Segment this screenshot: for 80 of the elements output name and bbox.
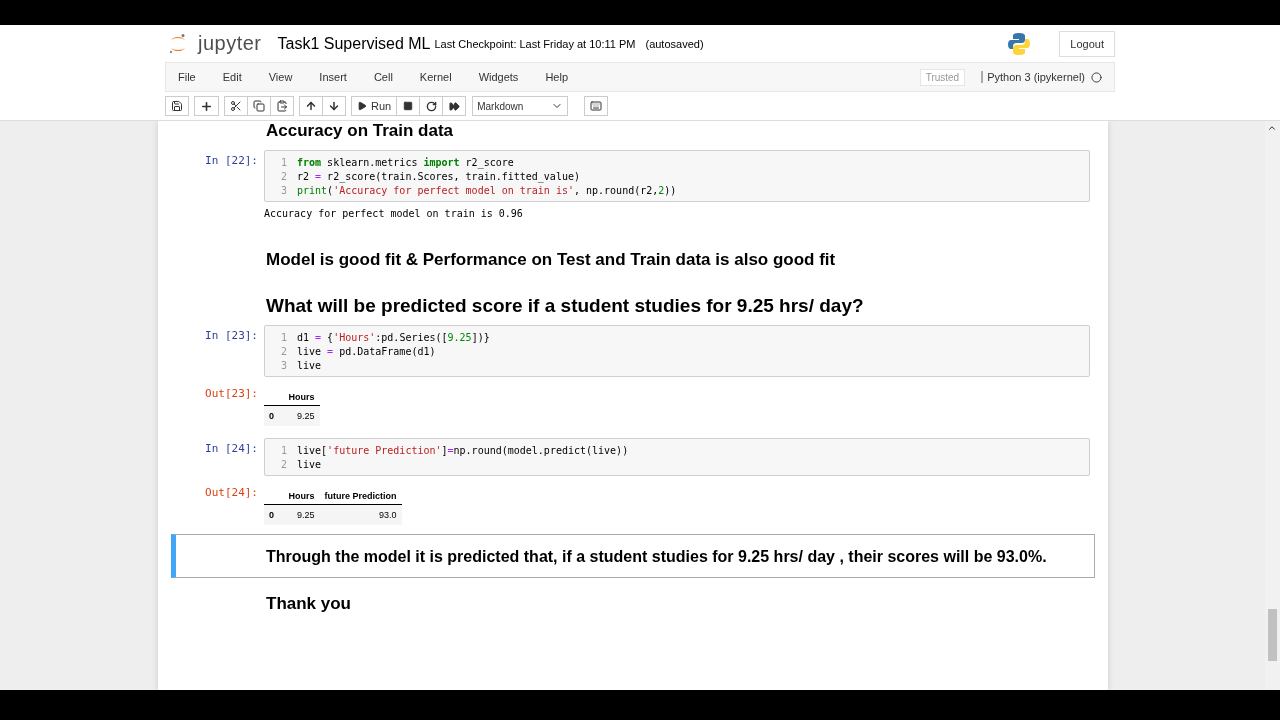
input-prompt: In [23]: <box>204 328 259 344</box>
heading: What will be predicted score if a student studies for 9.25 hrs/ day? <box>265 294 865 318</box>
play-icon <box>357 101 367 111</box>
heading: Model is good fit & Performance on Test and Train data is also good fit <box>265 249 837 271</box>
add-cell-button[interactable] <box>194 96 219 116</box>
line-number: 2 <box>279 345 288 357</box>
run-all-button[interactable] <box>442 96 467 116</box>
plus-icon <box>200 99 213 113</box>
column-header: Hours <box>279 488 320 505</box>
table-cell: 9.25 <box>279 405 320 426</box>
run-button[interactable]: Run <box>351 96 398 116</box>
logo-text: jupyter <box>198 32 262 55</box>
paste-button[interactable] <box>270 96 294 116</box>
restart-button[interactable] <box>419 96 444 116</box>
keyboard-icon <box>590 100 603 112</box>
line-number: 3 <box>279 184 288 196</box>
input-prompt: In [24]: <box>204 441 259 457</box>
code-line: live['future Prediction']=np.round(model.predict(live)) <box>297 444 629 456</box>
clipboard-icon <box>276 100 288 112</box>
menu-item[interactable]: Widgets <box>478 71 519 83</box>
heading: Thank you <box>265 593 352 615</box>
line-number: 1 <box>279 156 288 168</box>
menu-item[interactable]: File <box>178 71 196 83</box>
markdown-text: Through the model it is predicted that, if a student studies for 9.25 hrs/ day , their scores will be 93.0%. <box>266 547 1048 567</box>
heading: Accuracy on Train data <box>265 121 455 142</box>
code-editor[interactable]: 1 live['future Prediction']=np.round(model.predict(live)) 2 live <box>264 438 1090 476</box>
scroll-up-icon[interactable] <box>1267 123 1277 133</box>
menu-item[interactable]: View <box>268 71 293 83</box>
restart-icon <box>425 100 437 112</box>
output-text: Accuracy for perfect model on train is 0.96 <box>264 207 523 219</box>
cut-button[interactable] <box>224 96 248 116</box>
keyboard-button[interactable] <box>584 96 609 116</box>
scissors-icon <box>230 100 242 112</box>
stop-button[interactable] <box>396 96 421 116</box>
copy-icon <box>253 100 265 112</box>
move-up-button[interactable] <box>299 96 323 116</box>
menu-item[interactable]: Cell <box>373 71 393 83</box>
logo-icon <box>168 32 188 55</box>
arrow-down-icon <box>328 100 340 112</box>
code-line: live <box>297 458 322 470</box>
input-prompt: In [22]: <box>204 153 259 169</box>
column-header: future Prediction <box>319 488 402 505</box>
kernel-name[interactable]: Python 3 (ipykernel) <box>981 71 1085 83</box>
row-index: 0 <box>264 504 279 525</box>
code-line: r2 = r2_score(train.Scores, train.fitted_value) <box>297 170 580 182</box>
code-line: d1 = {'Hours':pd.Series([9.25])} <box>297 331 490 343</box>
line-number: 3 <box>279 359 288 371</box>
menu-item[interactable]: Help <box>545 71 568 83</box>
scrollbar-thumb[interactable] <box>1268 609 1277 661</box>
notebook-title[interactable]: Task1 Supervised ML <box>277 34 431 53</box>
code-line: print('Accuracy for perfect model on train is', np.round(r2,2)) <box>297 184 677 196</box>
python-logo-icon <box>1007 31 1032 56</box>
code-line: live <box>297 359 322 371</box>
move-down-button[interactable] <box>322 96 346 116</box>
code-editor[interactable]: 1 from sklearn.metrics import r2_score 2 r2 = r2_score(train.Scores, train.fitted_value) 3 print('Accuracy for perfect model on train is', np.round(r2,2)) <box>264 150 1090 202</box>
code-editor[interactable]: 1 d1 = {'Hours':pd.Series([9.25])} 2 live = pd.DataFrame(d1) 3 live <box>264 325 1090 377</box>
save-icon <box>171 100 183 112</box>
line-number: 2 <box>279 458 288 470</box>
code-line: from sklearn.metrics import r2_score <box>297 156 514 168</box>
output-prompt: Out[23]: <box>204 386 259 402</box>
table-cell: 9.25 <box>279 504 320 525</box>
line-number: 1 <box>279 444 288 456</box>
output-prompt: Out[24]: <box>204 485 259 501</box>
stop-icon <box>403 101 414 111</box>
menu-item[interactable]: Kernel <box>419 71 452 83</box>
menu-item[interactable]: Insert <box>319 71 347 83</box>
logout-button[interactable]: Logout <box>1059 30 1115 57</box>
cell-type-dropdown[interactable]: Markdown <box>472 96 569 116</box>
kernel-idle-icon <box>1091 71 1102 83</box>
line-number: 2 <box>279 170 288 182</box>
autosave-status: (autosaved) <box>645 37 704 50</box>
line-number: 1 <box>279 331 288 343</box>
code-line: live = pd.DataFrame(d1) <box>297 345 436 357</box>
menu-item[interactable]: Edit <box>222 71 242 83</box>
column-header: Hours <box>279 389 320 406</box>
fast-forward-icon <box>448 100 460 112</box>
arrow-up-icon <box>305 100 317 112</box>
save-button[interactable] <box>165 96 189 116</box>
checkpoint-text: Last Checkpoint: Last Friday at 10:11 PM <box>434 37 636 50</box>
row-index: 0 <box>264 405 279 426</box>
